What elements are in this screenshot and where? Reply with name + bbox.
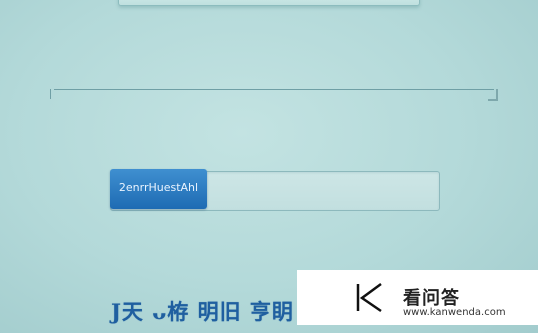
divider-left-bracket — [50, 89, 56, 99]
watermark-banner: 看问答 www.kanwenda.com — [297, 270, 538, 325]
horizontal-divider — [54, 89, 494, 90]
divider-right-bracket — [488, 89, 498, 101]
action-button[interactable]: 2enrrHuestAhl — [110, 169, 207, 209]
watermark-url: www.kanwenda.com — [403, 307, 506, 318]
k-logo-icon — [356, 282, 382, 313]
top-panel — [118, 0, 420, 6]
